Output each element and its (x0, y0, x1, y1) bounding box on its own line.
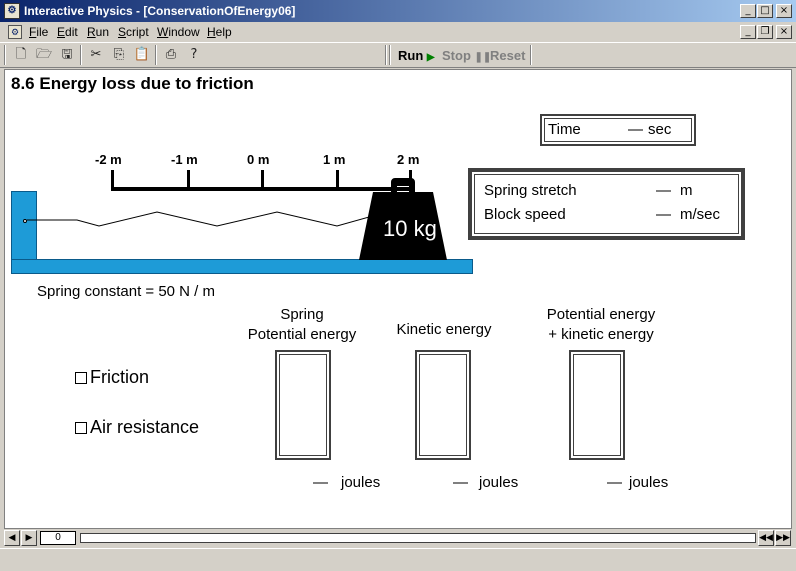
physics-app-icon[interactable]: ⚙ (4, 3, 20, 19)
print-icon[interactable]: ⎙ (162, 46, 180, 64)
spring-pe-label: Spring Potential energy (241, 305, 363, 345)
step-back-icon[interactable]: ◀◀ (758, 530, 774, 546)
page-title: 8.6 Energy loss due to friction (11, 74, 254, 93)
doc-restore-button[interactable]: ❐ (757, 25, 773, 39)
frame-counter[interactable]: 0 (40, 531, 76, 545)
ruler-label: 2 m (397, 152, 420, 167)
menu-script[interactable]: Script (118, 25, 149, 39)
doc-minimize-button[interactable]: _ (740, 25, 756, 39)
spring[interactable] (27, 206, 407, 230)
doc-close-button[interactable]: × (776, 25, 792, 39)
menu-window[interactable]: Window (157, 25, 200, 39)
total-energy-bar[interactable] (569, 350, 625, 460)
time-unit: sec (648, 121, 672, 138)
toolbar-separator (155, 45, 157, 65)
block-speed-unit: m/sec (680, 206, 721, 223)
cut-icon[interactable]: ✂ (87, 46, 105, 64)
ruler-label: 1 m (323, 152, 346, 167)
bar-inner-frame (279, 354, 327, 456)
spring-stretch-label: Spring stretch (484, 182, 577, 199)
step-forward-icon[interactable]: ▶▶ (775, 530, 791, 546)
bar-label-line: Kinetic energy (396, 321, 492, 338)
spring-pe-value: — (313, 474, 328, 491)
time-value: — (628, 121, 643, 138)
total-energy-unit: joules (629, 474, 669, 491)
spring-meter[interactable]: Spring stretch — m Block speed — m/sec (468, 168, 745, 240)
minimize-button[interactable]: _ (740, 4, 756, 18)
bar-label-line: Spring (280, 306, 324, 323)
ruler-label: 0 m (247, 152, 270, 167)
kinetic-energy-value: — (453, 474, 468, 491)
help-icon[interactable]: ? (185, 46, 203, 64)
menu-bar: ⚙ File Edit Run Script Window Help _ ❐ × (0, 22, 796, 42)
toolbar: 🗋 🗁 🖫 ✂ ⎘ 📋 ⎙ ? Run ▶ Stop ❚❚ Reset (0, 42, 796, 68)
spring-pe-bar[interactable] (275, 350, 331, 460)
toolbar-separator (80, 45, 82, 65)
air-resistance-label: Air resistance (90, 417, 200, 437)
time-meter[interactable]: Time — sec (540, 114, 696, 146)
friction-checkbox[interactable]: Friction (75, 367, 149, 388)
time-label: Time (548, 121, 581, 138)
menu-help[interactable]: Help (207, 25, 232, 39)
open-folder-icon[interactable]: 🗁 (35, 46, 53, 64)
kinetic-energy-unit: joules (479, 474, 519, 491)
bar-label-line: Potential energy (247, 326, 357, 343)
paste-icon[interactable]: 📋 (133, 46, 151, 64)
ruler-label: -2 m (95, 152, 122, 167)
scroll-right-icon[interactable]: ▶ (21, 530, 37, 546)
stop-label: Stop (442, 48, 471, 63)
reset-button[interactable]: Reset (490, 48, 525, 63)
block-speed-label: Block speed (484, 206, 566, 223)
new-file-icon[interactable]: 🗋 (12, 46, 30, 64)
bar-label-line: + kinetic energy (548, 326, 654, 343)
bar-label-line: Potential energy (546, 306, 656, 323)
floor[interactable] (11, 259, 473, 274)
toolbar-separator (385, 45, 387, 65)
checkbox-box[interactable] (75, 371, 87, 384)
checkbox-box[interactable] (75, 421, 87, 434)
run-label: Run (398, 48, 424, 63)
spring-stretch-unit: m (680, 182, 693, 199)
bar-inner-frame (573, 354, 621, 456)
play-icon: ▶ (426, 52, 435, 63)
spring-constant-label: Spring constant = 50 N / m (37, 283, 216, 300)
frame-scrollbar[interactable]: ◀ ▶ 0 ◀◀ ▶▶ (4, 530, 792, 546)
toolbar-grip (389, 45, 391, 65)
menu-run[interactable]: Run (87, 25, 109, 39)
reset-label: Reset (490, 48, 526, 63)
total-energy-value: — (607, 474, 622, 491)
maximize-button[interactable]: □ (757, 4, 773, 18)
save-icon[interactable]: 🖫 (58, 46, 76, 64)
friction-label: Friction (90, 367, 150, 387)
kinetic-energy-bar[interactable] (415, 350, 471, 460)
block-speed-value: — (656, 206, 671, 223)
toolbar-grip (4, 45, 6, 65)
spring-pe-unit: joules (341, 474, 381, 491)
title-bar: ⚙ Interactive Physics - [ConservationOfE… (0, 0, 796, 22)
run-button[interactable]: Run ▶ (398, 48, 435, 63)
document-icon[interactable]: ⚙ (8, 25, 22, 39)
air-resistance-checkbox[interactable]: Air resistance (75, 417, 199, 438)
simulation-workspace[interactable]: 8.6 Energy loss due to friction Time — s… (4, 69, 792, 529)
bar-inner-frame (419, 354, 467, 456)
spring-stretch-value: — (656, 182, 671, 199)
close-button[interactable]: × (776, 4, 792, 18)
menu-edit[interactable]: Edit (57, 25, 78, 39)
menu-file[interactable]: File (29, 25, 48, 39)
kinetic-energy-label: Kinetic energy (383, 320, 505, 340)
pause-icon: ❚❚ (474, 52, 492, 63)
window-title: Interactive Physics - [ConservationOfEne… (24, 4, 296, 18)
block-mass-label: 10 kg (383, 216, 437, 241)
scroll-left-icon[interactable]: ◀ (4, 530, 20, 546)
scroll-track[interactable] (80, 533, 756, 543)
toolbar-separator (530, 45, 532, 65)
stop-button[interactable]: Stop ❚❚ (442, 48, 491, 63)
copy-icon[interactable]: ⎘ (110, 46, 128, 64)
ruler-label: -1 m (171, 152, 198, 167)
status-bar (0, 548, 796, 571)
total-energy-label: Potential energy + kinetic energy (535, 305, 667, 345)
